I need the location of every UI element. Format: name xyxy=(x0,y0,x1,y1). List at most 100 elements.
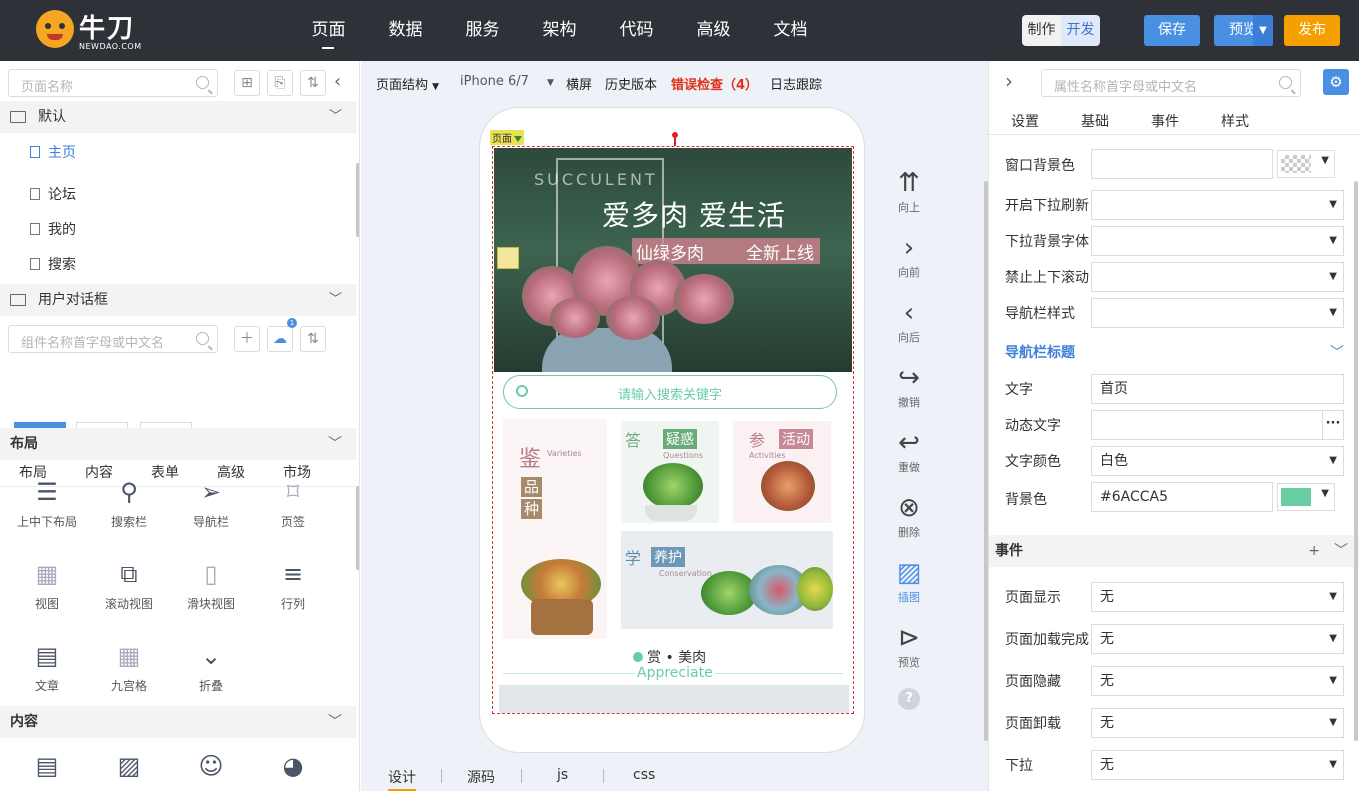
insert-image-tool[interactable]: ▨ 插图 xyxy=(891,557,927,605)
undo-tool[interactable]: ↪ 撤销 xyxy=(891,362,927,410)
comp-article[interactable]: ▤ 文章 xyxy=(6,641,88,694)
tab-design[interactable]: 设计 xyxy=(388,767,416,791)
add-page-icon[interactable]: ⎘ xyxy=(267,70,293,96)
comp-rows-columns[interactable]: ≡ 行列 xyxy=(252,559,334,612)
redo-tool[interactable]: ↩ 重做 xyxy=(891,427,927,475)
bg-color-picker[interactable]: ▼ xyxy=(1277,483,1335,511)
page-item-forum[interactable]: 论坛 xyxy=(30,183,76,207)
delete-tool[interactable]: ⊗ 删除 xyxy=(891,492,927,540)
comp-collapse[interactable]: ⌄ 折叠 xyxy=(170,641,252,694)
chevron-down-icon[interactable]: ﹀ xyxy=(1330,337,1344,369)
mode-dev-button[interactable]: 开发 xyxy=(1061,15,1100,46)
cloud-icon[interactable]: ☁ xyxy=(267,326,293,352)
section-events[interactable]: 事件 + ﹀ xyxy=(989,535,1359,567)
gear-icon[interactable]: ⚙ xyxy=(1323,69,1349,95)
comp-view[interactable]: ▦ 视图 xyxy=(6,559,88,612)
sort-icon[interactable]: ⇅ xyxy=(300,70,326,96)
prop-pull-refresh-select[interactable]: ▼ xyxy=(1091,190,1344,220)
chevron-down-icon[interactable]: ﹀ xyxy=(329,284,342,316)
section-layout[interactable]: 布局 ﹀ xyxy=(0,428,356,460)
page-item-home[interactable]: 主页 xyxy=(30,141,76,165)
nav-architecture[interactable]: 架构 xyxy=(521,0,598,61)
nav-service[interactable]: 服务 xyxy=(444,0,521,61)
comp-image[interactable]: ▨ xyxy=(88,751,170,787)
prop-text-input[interactable]: 首页 xyxy=(1091,374,1344,404)
comp-tabs[interactable]: ⌑ 页签 xyxy=(252,477,334,530)
move-forward-tool[interactable]: › 向前 xyxy=(891,232,927,280)
window-bg-color-picker[interactable]: ▼ xyxy=(1277,150,1335,178)
comp-nav-bar[interactable]: ➢ 导航栏 xyxy=(170,477,252,530)
tab-events[interactable]: 事件 xyxy=(1151,111,1179,131)
tab-js[interactable]: js xyxy=(557,767,568,783)
event-page-loaded-select[interactable]: 无 ▼ xyxy=(1091,624,1344,654)
nav-data[interactable]: 数据 xyxy=(367,0,444,61)
component-marker-icon[interactable] xyxy=(497,247,519,269)
event-page-hide-select[interactable]: 无 ▼ xyxy=(1091,666,1344,696)
add-icon[interactable]: + xyxy=(1308,535,1320,567)
prop-pull-font-select[interactable]: ▼ xyxy=(1091,226,1344,256)
chevron-down-icon[interactable]: ﹀ xyxy=(328,706,342,738)
tab-source[interactable]: 源码 xyxy=(467,767,495,787)
nav-advanced[interactable]: 高级 xyxy=(675,0,752,61)
app-search-bar[interactable]: 请输入搜索关键字 xyxy=(503,375,837,409)
tab-basic[interactable]: 基础 xyxy=(1081,111,1109,131)
preview-tool[interactable]: ⊳ 预览 xyxy=(891,622,927,670)
move-back-tool[interactable]: ‹ 向后 xyxy=(891,297,927,345)
add-folder-icon[interactable]: ⊞ xyxy=(234,70,260,96)
banner-image[interactable]: SUCCULENT 爱多肉 爱生活 仙绿多肉 全新上线 xyxy=(494,148,852,372)
event-pull-down-select[interactable]: 无 ▼ xyxy=(1091,750,1344,780)
event-page-show-select[interactable]: 无 ▼ xyxy=(1091,582,1344,612)
page-label[interactable]: 页面 xyxy=(490,130,524,145)
card-conservation[interactable]: 学 养护 Conservation xyxy=(621,531,833,629)
chevron-down-icon[interactable]: ﹀ xyxy=(1334,535,1348,567)
chevron-right-icon[interactable]: › xyxy=(1005,69,1013,93)
device-select[interactable]: iPhone 6/7 ▼ xyxy=(460,74,554,89)
preview-dropdown-icon[interactable]: ▼ xyxy=(1253,15,1273,46)
prop-dynamic-text-input[interactable] xyxy=(1091,410,1323,440)
section-navbar-title[interactable]: 导航栏标题 ﹀ xyxy=(989,337,1359,369)
tab-css[interactable]: css xyxy=(633,767,655,783)
group-dialog[interactable]: 用户对话框 ﹀ xyxy=(0,284,356,316)
chevron-down-icon[interactable]: ﹀ xyxy=(329,101,342,133)
comp-text[interactable]: ▤ xyxy=(6,751,88,787)
card-activities[interactable]: 参 活动 Activities xyxy=(733,421,831,523)
prop-disable-scroll-select[interactable]: ▼ xyxy=(1091,262,1344,292)
prop-bg-color-input[interactable]: #6ACCA5 xyxy=(1091,482,1273,512)
scrollbar[interactable] xyxy=(356,163,359,237)
tab-settings[interactable]: 设置 xyxy=(1011,111,1039,131)
more-options-icon[interactable]: ··· xyxy=(1322,410,1344,440)
page-item-mine[interactable]: 我的 xyxy=(30,218,76,242)
sort-icon[interactable]: ⇅ xyxy=(300,326,326,352)
chevron-down-icon[interactable]: ﹀ xyxy=(328,428,342,460)
comp-nine-grid[interactable]: ▦ 九宫格 xyxy=(88,641,170,694)
nav-docs[interactable]: 文档 xyxy=(752,0,829,61)
event-page-unload-select[interactable]: 无 ▼ xyxy=(1091,708,1344,738)
prop-text-color-select[interactable]: 白色 ▼ xyxy=(1091,446,1344,476)
move-up-tool[interactable]: ⇈ 向上 xyxy=(891,167,927,215)
comp-search-bar[interactable]: ⚲ 搜索栏 xyxy=(88,477,170,530)
help-icon[interactable]: ? xyxy=(898,688,920,710)
phone-screen[interactable]: SUCCULENT 爱多肉 爱生活 仙绿多肉 全新上线 请输入搜索关键字 鉴 V… xyxy=(492,146,854,714)
tab-style[interactable]: 样式 xyxy=(1221,111,1249,131)
page-structure-dropdown[interactable]: 页面结构 ▼ xyxy=(376,74,439,93)
content-placeholder[interactable] xyxy=(499,685,849,713)
comp-emoji[interactable]: ☺ xyxy=(170,751,252,787)
collapse-left-icon[interactable]: ‹ xyxy=(334,71,341,92)
nav-page[interactable]: 页面 xyxy=(290,0,367,61)
section-content[interactable]: 内容 ﹀ xyxy=(0,706,356,738)
history-button[interactable]: 历史版本 xyxy=(605,74,657,93)
landscape-button[interactable]: 横屏 xyxy=(566,74,592,93)
nav-code[interactable]: 代码 xyxy=(598,0,675,61)
page-search-input[interactable]: 页面名称 xyxy=(8,69,218,97)
prop-navbar-style-select[interactable]: ▼ xyxy=(1091,298,1344,328)
mode-make-button[interactable]: 制作 xyxy=(1022,15,1061,46)
group-default[interactable]: 默认 ﹀ xyxy=(0,101,356,133)
comp-swiper-view[interactable]: ▯ 滑块视图 xyxy=(170,559,252,612)
component-search-input[interactable]: 组件名称首字母或中文名 xyxy=(8,325,218,353)
comp-wechat[interactable]: ◕ xyxy=(252,751,334,787)
comp-scroll-view[interactable]: ⧉ 滚动视图 xyxy=(88,559,170,612)
card-varieties[interactable]: 鉴 Varieties 品 种 xyxy=(503,419,607,639)
prop-window-bg-input[interactable] xyxy=(1091,149,1273,179)
publish-button[interactable]: 发布 xyxy=(1284,15,1340,46)
save-button[interactable]: 保存 xyxy=(1144,15,1200,46)
